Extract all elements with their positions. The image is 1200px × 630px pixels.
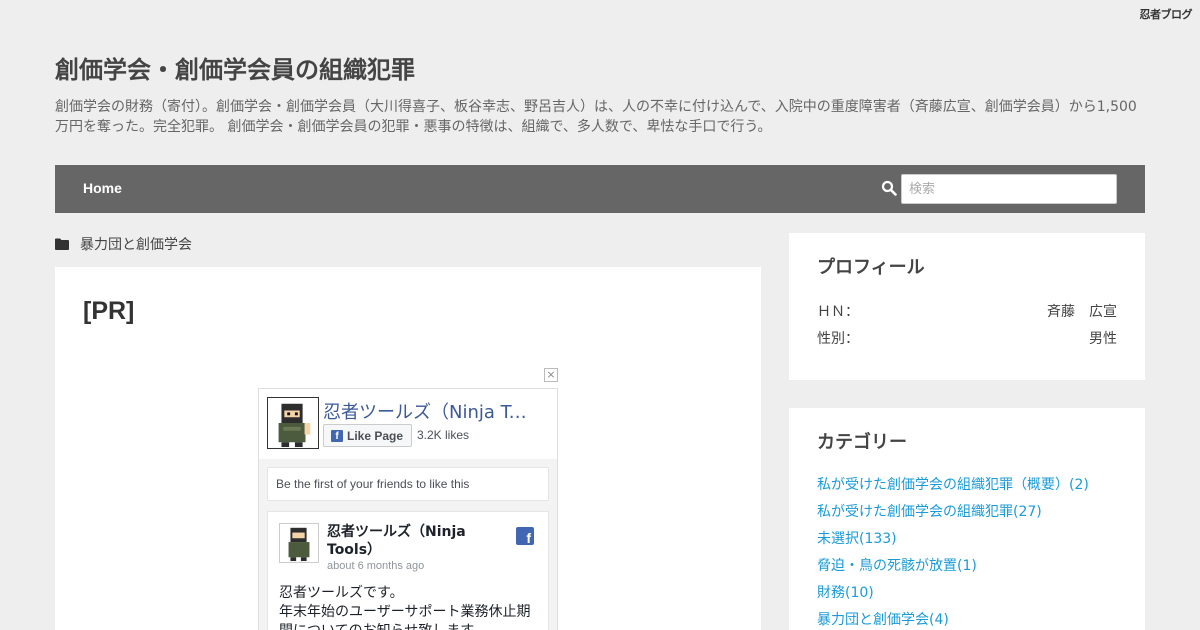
folder-icon (55, 238, 69, 250)
search-icon (881, 180, 897, 196)
ninja-blog-logo[interactable]: 忍者ブログ (1140, 6, 1193, 22)
facebook-page-widget: 忍者ツールズ（Ninja Tools） f Like Page 3.2K lik… (258, 388, 558, 630)
breadcrumb: 暴力団と創価学会 (55, 234, 192, 254)
profile-hn-row: ＨＮ： 斉藤 広宣 (817, 301, 1117, 321)
fb-like-page-button[interactable]: f Like Page (323, 424, 413, 447)
list-item: 私が受けた創価学会の組織犯罪(27) (817, 502, 1089, 529)
profile-widget: プロフィール ＨＮ： 斉藤 広宣 性別： 男性 (789, 233, 1145, 380)
list-item: 未選択(133) (817, 529, 1089, 556)
search-input[interactable] (901, 174, 1117, 204)
facebook-icon: f (331, 429, 343, 442)
profile-hn-value: 斉藤 広宣 (1047, 304, 1117, 320)
fb-post: 忍者ツールズ（Ninja Tools） about 6 months ago f… (267, 511, 549, 630)
list-item: 脅迫・鳥の死骸が放置(1) (817, 556, 1089, 583)
category-list: 私が受けた創価学会の組織犯罪（概要）(2) 私が受けた創価学会の組織犯罪(27)… (817, 475, 1089, 630)
pr-heading: [PR] (83, 297, 135, 325)
category-title: カテゴリー (817, 432, 907, 453)
fb-page-name[interactable]: 忍者ツールズ（Ninja Tools） (323, 398, 533, 424)
category-link[interactable]: 財務(10) (817, 585, 874, 601)
fb-post-author[interactable]: 忍者ツールズ（Ninja Tools） (327, 523, 497, 559)
category-link[interactable]: 私が受けた創価学会の組織犯罪（概要）(2) (817, 477, 1089, 493)
fb-like-count: 3.2K likes (417, 428, 470, 442)
nav-home-link[interactable]: Home (83, 180, 122, 196)
category-link[interactable]: 脅迫・鳥の死骸が放置(1) (817, 558, 977, 574)
category-link[interactable]: 私が受けた創価学会の組織犯罪(27) (817, 504, 1042, 520)
main-content: [PR] × 忍者ツールズ（Ninja Tools） f Like Page 3… (55, 267, 761, 630)
list-item: 私が受けた創価学会の組織犯罪（概要）(2) (817, 475, 1089, 502)
main-navbar: Home (55, 165, 1145, 213)
site-title[interactable]: 創価学会・創価学会員の組織犯罪 (55, 50, 415, 85)
site-description: 創価学会の財務（寄付）。創価学会・創価学会員（大川得喜子、板谷幸志、野呂吉人）は… (55, 99, 1137, 135)
close-icon[interactable]: × (544, 368, 558, 382)
profile-title: プロフィール (817, 257, 925, 278)
list-item: 財務(10) (817, 583, 1089, 610)
fb-post-text: 忍者ツールズです。 年末年始のユーザーサポート業務休止期間についてのお知らせ致し… (279, 585, 531, 630)
profile-gender-label: 性別： (817, 331, 859, 347)
profile-gender-value: 男性 (1089, 331, 1117, 347)
category-link[interactable]: 暴力団と創価学会(4) (817, 612, 949, 628)
ninja-avatar-icon[interactable] (279, 523, 319, 563)
fb-friends-notice: Be the first of your friends to like thi… (267, 467, 549, 501)
profile-hn-label: ＨＮ： (817, 304, 859, 320)
fb-post-timestamp[interactable]: about 6 months ago (327, 560, 424, 572)
ninja-avatar-icon[interactable] (267, 397, 319, 449)
breadcrumb-category-link[interactable]: 暴力団と創価学会 (80, 234, 192, 254)
fb-widget-header: 忍者ツールズ（Ninja Tools） f Like Page 3.2K lik… (259, 389, 557, 459)
category-link[interactable]: 未選択(133) (817, 531, 897, 547)
list-item: 暴力団と創価学会(4) (817, 610, 1089, 630)
facebook-logo-icon[interactable]: f (516, 527, 534, 545)
profile-gender-row: 性別： 男性 (817, 328, 1117, 348)
category-widget: カテゴリー 私が受けた創価学会の組織犯罪（概要）(2) 私が受けた創価学会の組織… (789, 408, 1145, 630)
fb-like-page-label: Like Page (347, 428, 404, 443)
